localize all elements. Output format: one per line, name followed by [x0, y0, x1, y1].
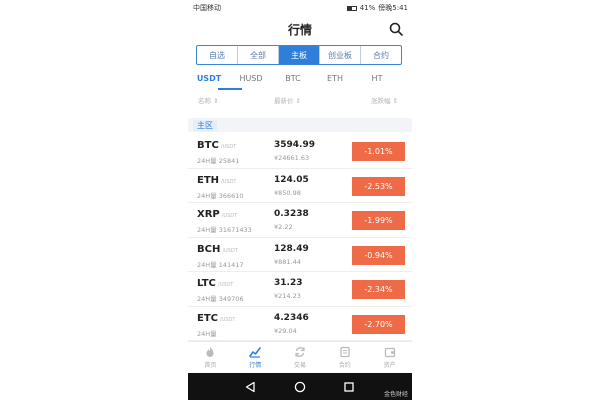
clock-time: 傍晚5:41 — [378, 4, 408, 12]
nav-label: 首页 — [204, 362, 217, 369]
market-row-btc[interactable]: BTC/USDT 24H量 25841 3594.99 ¥24661.63 -1… — [188, 134, 412, 169]
battery-icon — [346, 5, 357, 11]
segment-tab-growth-board[interactable]: 创业板 — [320, 46, 361, 64]
market-row-xrp[interactable]: XRP/USDT 24H量 31671433 0.3238 ¥2.22 -1.9… — [188, 203, 412, 238]
section-header: 主区 — [188, 118, 412, 132]
quote-unit: /USDT — [221, 178, 237, 185]
nav-home[interactable]: 首页 — [188, 342, 233, 373]
quote-unit: /USDT — [217, 282, 234, 288]
cny-price: ¥24661.63 — [274, 154, 310, 162]
pair-symbol: ETH/USDT — [197, 174, 237, 186]
pair-symbol: BCH/USDT — [197, 243, 238, 255]
market-row-etc[interactable]: ETC/USDT 24H量 4.2346 ¥29.04 -2.70% — [188, 307, 412, 341]
fire-icon — [206, 347, 214, 357]
volume-24h: 24H量 366610 — [197, 191, 244, 200]
phone-screen: 中国移动 41% 傍晚5:41 行情 自选 全部 主板 创业板 合约 USDT … — [188, 0, 412, 400]
nav-label: 交易 — [293, 362, 306, 369]
section-label: 主区 — [193, 120, 217, 131]
segment-tab-contracts[interactable]: 合约 — [361, 46, 401, 64]
search-icon[interactable] — [389, 22, 403, 36]
cny-price: ¥214.23 — [274, 292, 301, 300]
volume-24h: 24H量 31671433 — [197, 226, 252, 234]
exchange-icon — [295, 347, 305, 357]
contract-icon — [340, 346, 350, 358]
battery-percent: 41% — [359, 4, 376, 12]
quote-currency-tabs: USDT HUSD BTC ETH HT — [188, 72, 412, 88]
nav-label: 行情 — [249, 362, 262, 369]
sort-by-name[interactable]: 名称 ⇕ — [198, 95, 219, 105]
active-tab-underline — [218, 88, 242, 90]
market-segment-tabs: 自选 全部 主板 创业板 合约 — [196, 45, 402, 65]
cny-price: ¥2.22 — [274, 223, 293, 231]
segment-tab-all[interactable]: 全部 — [238, 46, 279, 64]
status-bar: 中国移动 41% 傍晚5:41 — [188, 0, 412, 14]
change-badge[interactable]: -2.34% — [352, 280, 405, 299]
title-bar: 行情 — [188, 16, 412, 42]
cny-price: ¥881.44 — [274, 257, 301, 266]
change-badge[interactable]: -1.01% — [352, 142, 405, 161]
chart-icon — [249, 347, 261, 358]
segment-tab-favorites[interactable]: 自选 — [197, 46, 238, 64]
last-price: 0.3238 — [274, 209, 309, 219]
last-price: 4.2346 — [274, 312, 309, 323]
last-price: 124.05 — [274, 174, 309, 185]
pair-symbol: XRP/USDT — [197, 209, 238, 220]
nav-trade[interactable]: 交易 — [278, 342, 323, 373]
wallet-icon — [384, 347, 395, 358]
last-price: 31.23 — [274, 278, 303, 288]
nav-label: 合约 — [338, 362, 351, 369]
change-badge[interactable]: -2.70% — [352, 314, 405, 334]
volume-24h: 24H量 141417 — [197, 260, 244, 269]
pair-symbol: ETC/USDT — [197, 312, 236, 324]
sort-by-change[interactable]: 涨跌幅 ⇕ — [371, 95, 398, 105]
page-title: 行情 — [287, 23, 312, 37]
quote-unit: /USDT — [221, 213, 238, 219]
bottom-nav: 首页 行情 交易 合约 资产 — [188, 341, 412, 373]
pair-symbol: LTC/USDT — [197, 278, 234, 289]
segment-tab-main-board[interactable]: 主板 — [279, 46, 320, 64]
quote-unit: /USDT — [222, 247, 238, 254]
nav-contracts[interactable]: 合约 — [322, 342, 367, 373]
watermark-text: 金色财经 — [383, 391, 408, 398]
sort-by-price[interactable]: 最新价 ⇕ — [274, 95, 301, 105]
status-right: 41% 傍晚5:41 — [346, 3, 408, 13]
quote-unit: /USDT — [220, 144, 237, 150]
column-header: 名称 ⇕ 最新价 ⇕ 涨跌幅 ⇕ — [188, 95, 412, 107]
nav-assets[interactable]: 资产 — [367, 342, 412, 373]
back-icon[interactable] — [244, 381, 256, 393]
carrier-label: 中国移动 — [193, 4, 221, 12]
volume-24h: 24H量 349706 — [197, 295, 244, 303]
last-price: 128.49 — [274, 243, 309, 254]
coin-tab-usdt[interactable]: USDT — [188, 72, 230, 88]
change-badge[interactable]: -1.99% — [352, 211, 405, 230]
coin-tab-husd[interactable]: HUSD — [230, 72, 272, 88]
last-price: 3594.99 — [274, 140, 315, 150]
market-row-ltc[interactable]: LTC/USDT 24H量 349706 31.23 ¥214.23 -2.34… — [188, 272, 412, 307]
change-badge[interactable]: -0.94% — [352, 245, 405, 265]
coin-tab-btc[interactable]: BTC — [272, 72, 314, 88]
pair-symbol: BTC/USDT — [197, 140, 237, 151]
market-row-eth[interactable]: ETH/USDT 24H量 366610 124.05 ¥850.98 -2.5… — [188, 169, 412, 203]
market-list: BTC/USDT 24H量 25841 3594.99 ¥24661.63 -1… — [188, 134, 412, 341]
change-badge[interactable]: -2.53% — [352, 176, 405, 196]
system-nav-bar: 金色财经 — [188, 373, 412, 400]
nav-label: 资产 — [383, 362, 396, 369]
cny-price: ¥850.98 — [274, 188, 301, 197]
quote-unit: /USDT — [220, 316, 236, 323]
cny-price: ¥29.04 — [274, 326, 297, 335]
volume-24h: 24H量 — [197, 329, 217, 338]
coin-tab-ht[interactable]: HT — [356, 72, 398, 88]
nav-markets[interactable]: 行情 — [233, 342, 278, 373]
home-icon[interactable] — [294, 381, 306, 393]
volume-24h: 24H量 25841 — [197, 157, 240, 165]
recent-apps-icon[interactable] — [343, 381, 355, 393]
coin-tab-eth[interactable]: ETH — [314, 72, 356, 88]
market-row-bch[interactable]: BCH/USDT 24H量 141417 128.49 ¥881.44 -0.9… — [188, 238, 412, 272]
